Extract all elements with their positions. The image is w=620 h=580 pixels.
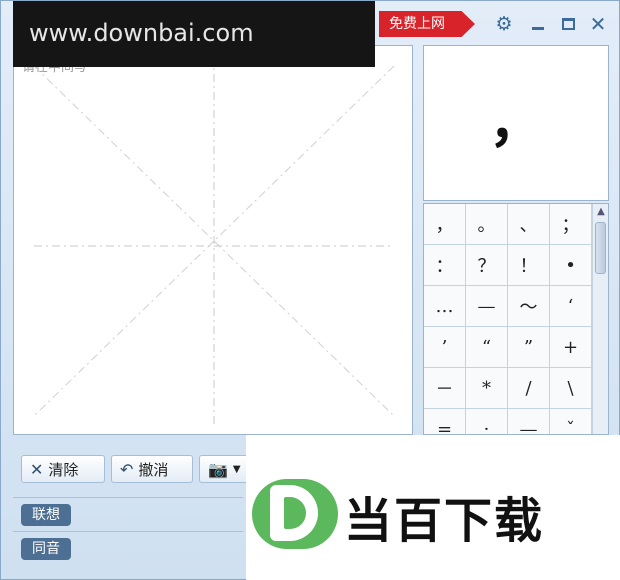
tag-row-association: 联想 bbox=[13, 497, 243, 531]
close-icon: ✕ bbox=[30, 459, 44, 479]
candidate-cell[interactable]: · bbox=[466, 409, 508, 434]
candidate-panel: ，。、；：？！ •… — ～ ‘’ “” + － * / \ = · — ˇ ▲ bbox=[423, 203, 609, 435]
scroll-thumb[interactable] bbox=[595, 222, 606, 274]
candidate-cell[interactable]: ～ bbox=[508, 286, 550, 327]
candidate-scrollbar[interactable]: ▲ bbox=[592, 204, 608, 434]
camera-icon: 📷 bbox=[208, 459, 228, 479]
candidate-cell[interactable]: － bbox=[424, 368, 466, 409]
clear-label: 清除 bbox=[48, 460, 79, 479]
handwriting-pad[interactable]: 请在中间写 bbox=[13, 45, 413, 435]
candidate-cell[interactable]: ˇ bbox=[550, 409, 592, 434]
undo-button[interactable]: ↶ 撤消 bbox=[111, 455, 193, 483]
watermark-url: www.downbai.com bbox=[13, 1, 375, 67]
candidate-cell[interactable]: — bbox=[508, 409, 550, 434]
candidate-cell[interactable]: ： bbox=[424, 245, 466, 286]
scroll-up-icon[interactable]: ▲ bbox=[595, 206, 607, 218]
candidate-cell[interactable]: … bbox=[424, 286, 466, 327]
maximize-icon[interactable] bbox=[557, 13, 579, 35]
association-tab[interactable]: 联想 bbox=[21, 504, 71, 526]
candidate-cell[interactable]: ， bbox=[424, 204, 466, 245]
candidate-cell[interactable]: ” bbox=[508, 327, 550, 368]
recognized-char-preview: ， bbox=[423, 45, 609, 201]
preview-char: ， bbox=[489, 89, 543, 154]
candidate-cell[interactable]: • bbox=[550, 245, 592, 286]
candidate-cell[interactable]: ‘ bbox=[550, 286, 592, 327]
candidate-cell[interactable]: = bbox=[424, 409, 466, 434]
minimize-icon[interactable] bbox=[527, 13, 549, 35]
camera-button[interactable]: 📷 ▼ bbox=[199, 455, 249, 483]
gear-icon[interactable]: ⚙ bbox=[493, 13, 515, 35]
brand-watermark: 当百下载 bbox=[246, 435, 620, 580]
candidate-cell[interactable]: 。 bbox=[466, 204, 508, 245]
candidate-cell[interactable]: 、 bbox=[508, 204, 550, 245]
candidate-cell[interactable]: “ bbox=[466, 327, 508, 368]
candidate-cell[interactable]: — bbox=[466, 286, 508, 327]
chevron-down-icon: ▼ bbox=[232, 463, 241, 475]
candidate-cell[interactable]: ； bbox=[550, 204, 592, 245]
candidate-cell[interactable]: * bbox=[466, 368, 508, 409]
homophone-tab[interactable]: 同音 bbox=[21, 538, 71, 560]
undo-label: 撤消 bbox=[138, 460, 169, 479]
candidate-cell[interactable]: ’ bbox=[424, 327, 466, 368]
suggestion-tabs: 联想 同音 bbox=[13, 497, 243, 565]
pad-guide-lines bbox=[33, 56, 395, 426]
candidate-cell[interactable]: ！ bbox=[508, 245, 550, 286]
brand-logo-icon bbox=[252, 479, 338, 549]
free-internet-button[interactable]: 免费上网 bbox=[379, 11, 475, 37]
candidate-cell[interactable]: \ bbox=[550, 368, 592, 409]
candidate-cell[interactable]: ？ bbox=[466, 245, 508, 286]
tag-row-homophone: 同音 bbox=[13, 531, 243, 565]
candidate-cell[interactable]: / bbox=[508, 368, 550, 409]
brand-text: 当百下载 bbox=[344, 493, 545, 549]
undo-icon: ↶ bbox=[120, 459, 134, 479]
candidate-grid: ，。、；：？！ •… — ～ ‘’ “” + － * / \ = · — ˇ bbox=[424, 204, 592, 434]
candidate-cell[interactable]: + bbox=[550, 327, 592, 368]
close-icon[interactable]: ✕ bbox=[587, 12, 609, 36]
clear-button[interactable]: ✕ 清除 bbox=[21, 455, 105, 483]
